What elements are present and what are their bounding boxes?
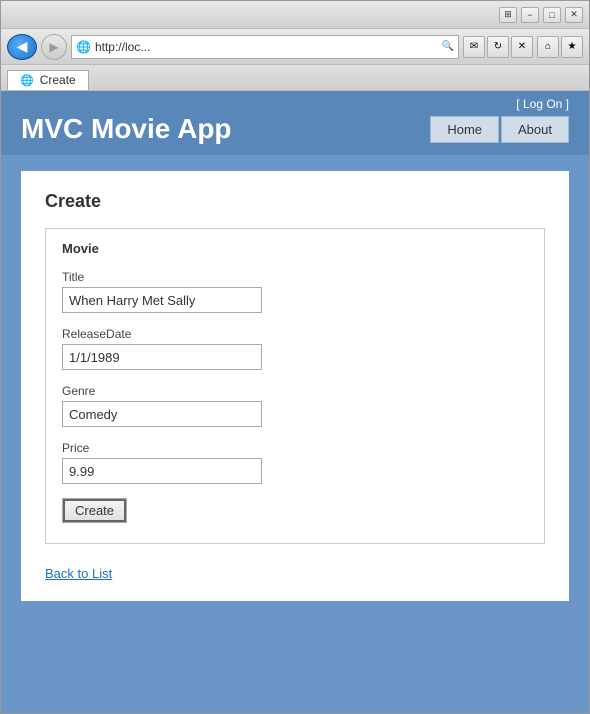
price-label: Price <box>62 441 528 455</box>
nav-extra-buttons: ✉ ↻ ✕ <box>463 36 533 58</box>
genre-field: Genre <box>62 384 528 427</box>
tab-icon: 🌐 <box>20 74 34 87</box>
releasedate-field: ReleaseDate <box>62 327 528 370</box>
address-bar[interactable]: 🌐 http://loc... 🔍 <box>71 35 459 59</box>
tab-bar: 🌐 Create <box>1 65 589 91</box>
price-field: Price <box>62 441 528 484</box>
app-title-nav: MVC Movie App Home About <box>21 113 569 155</box>
maximize-icon: □ <box>549 10 554 20</box>
active-tab[interactable]: 🌐 Create <box>7 70 89 90</box>
close-icon: ✕ <box>570 9 578 20</box>
address-search-icon: 🔍 <box>442 41 454 52</box>
releasedate-input[interactable] <box>62 344 262 370</box>
box-icon: ⊞ <box>504 9 512 20</box>
title-bar-buttons: ⊞ − □ ✕ <box>499 7 583 23</box>
form-section-title: Movie <box>62 241 528 256</box>
price-input[interactable] <box>62 458 262 484</box>
page-heading: Create <box>45 191 545 212</box>
box-button[interactable]: ⊞ <box>499 7 517 23</box>
nav-links: Home About <box>430 116 569 143</box>
minimize-button[interactable]: − <box>521 7 539 23</box>
about-nav-button[interactable]: About <box>501 116 569 143</box>
minimize-icon: − <box>527 10 532 20</box>
favorites-button[interactable]: ✉ <box>463 36 485 58</box>
create-button[interactable]: Create <box>62 498 127 523</box>
title-field: Title <box>62 270 528 313</box>
close-button[interactable]: ✕ <box>565 7 583 23</box>
app-title: MVC Movie App <box>21 113 232 145</box>
address-url: http://loc... <box>95 40 438 54</box>
genre-input[interactable] <box>62 401 262 427</box>
refresh-button[interactable]: ↻ <box>487 36 509 58</box>
home-nav-button[interactable]: Home <box>430 116 499 143</box>
app-header-top: [ Log On ] <box>21 91 569 113</box>
address-ie-icon: 🌐 <box>76 40 91 54</box>
tab-label: Create <box>40 73 76 87</box>
forward-button[interactable]: ▶ <box>41 34 67 60</box>
title-input[interactable] <box>62 287 262 313</box>
title-bar: ⊞ − □ ✕ <box>1 1 589 29</box>
back-button[interactable]: ◀ <box>7 34 37 60</box>
home-button[interactable]: ⌂ <box>537 36 559 58</box>
browser-window: ⊞ − □ ✕ ◀ ▶ 🌐 http://loc... 🔍 ✉ ↻ ✕ <box>0 0 590 714</box>
stop-button[interactable]: ✕ <box>511 36 533 58</box>
genre-label: Genre <box>62 384 528 398</box>
star-button[interactable]: ★ <box>561 36 583 58</box>
title-label: Title <box>62 270 528 284</box>
app-header: [ Log On ] MVC Movie App Home About <box>1 91 589 155</box>
main-content: Create Movie Title ReleaseDate <box>1 155 589 713</box>
back-to-list-link[interactable]: Back to List <box>45 566 112 581</box>
releasedate-label: ReleaseDate <box>62 327 528 341</box>
nav-bar: ◀ ▶ 🌐 http://loc... 🔍 ✉ ↻ ✕ ⌂ ★ <box>1 29 589 65</box>
nav-right-buttons: ⌂ ★ <box>537 36 583 58</box>
page-content: [ Log On ] MVC Movie App Home About Crea… <box>1 91 589 713</box>
maximize-button[interactable]: □ <box>543 7 561 23</box>
log-on-link[interactable]: [ Log On ] <box>516 97 569 111</box>
form-section: Movie Title ReleaseDate Genre <box>45 228 545 544</box>
content-box: Create Movie Title ReleaseDate <box>21 171 569 601</box>
